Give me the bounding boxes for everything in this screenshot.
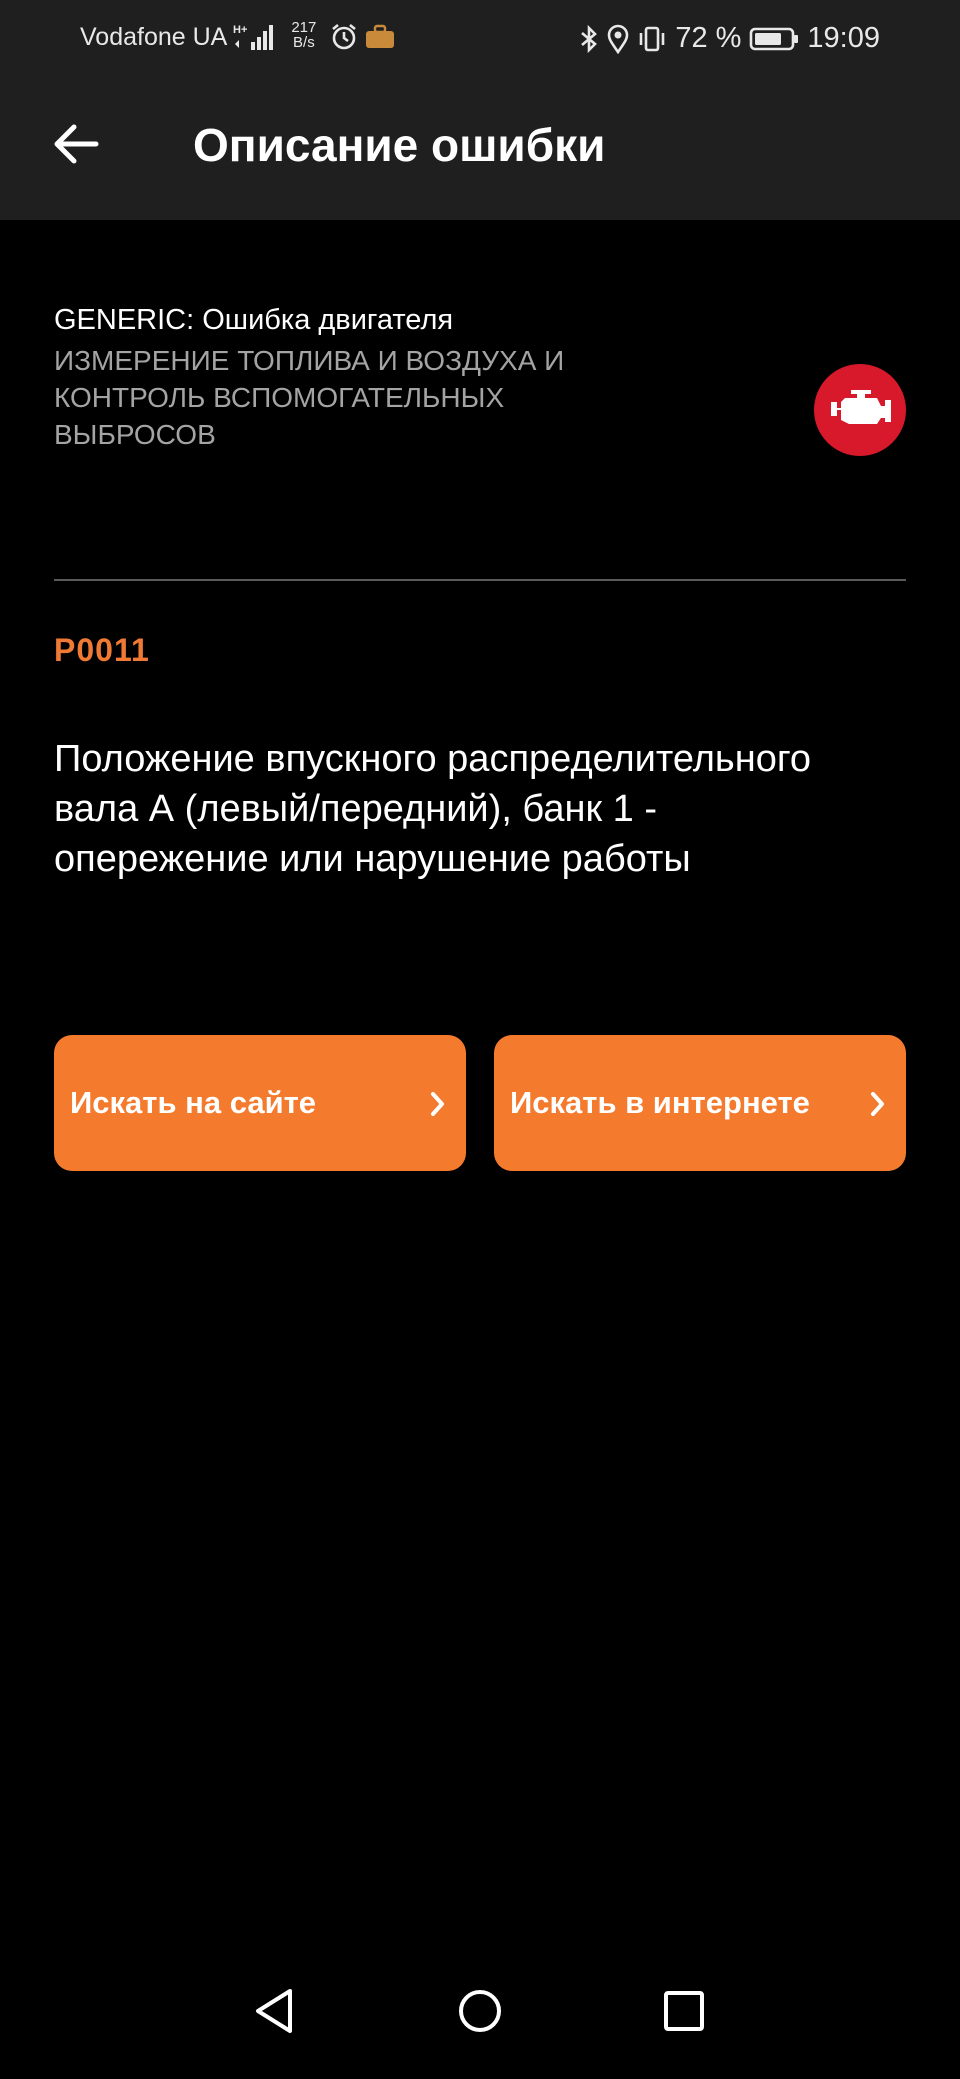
nav-home-button[interactable] (448, 1981, 512, 2045)
error-code: P0011 (54, 632, 150, 668)
triangle-back-icon (252, 1987, 296, 2040)
error-category-title: GENERIC: Ошибка двигателя (54, 304, 454, 336)
alarm-clock-icon (330, 23, 358, 51)
battery-icon (749, 26, 799, 52)
status-bar-right: 72 % 19:09 (579, 22, 880, 55)
nav-back-button[interactable] (242, 1981, 306, 2045)
battery-percent: 72 % (675, 22, 742, 54)
engine-badge (814, 364, 906, 456)
signal-strength-icon: H+ (233, 22, 274, 52)
page-title: Описание ошибки (193, 119, 606, 171)
location-pin-icon (607, 24, 629, 54)
system-nav-bar (0, 1955, 960, 2079)
clock-time: 19:09 (807, 22, 880, 54)
search-on-site-button[interactable]: Искать на сайте (54, 1035, 466, 1171)
chevron-right-icon (870, 1089, 886, 1125)
network-speed: 217 B/s (291, 20, 316, 50)
section-divider (54, 579, 906, 581)
square-recents-icon (662, 1989, 706, 2038)
app-bar: Описание ошибки (0, 72, 960, 220)
bluetooth-icon (579, 24, 599, 54)
back-button[interactable] (40, 110, 112, 182)
arrow-left-icon (52, 122, 100, 171)
search-internet-label: Искать в интернете (510, 1085, 810, 1120)
error-category: GENERIC: Ошибка двигателя ИЗМЕРЕНИЕ ТОПЛ… (54, 300, 814, 453)
briefcase-icon (364, 24, 396, 50)
nav-recent-apps-button[interactable] (652, 1981, 716, 2045)
search-internet-button[interactable]: Искать в интернете (494, 1035, 906, 1171)
network-speed-value: 217 (291, 19, 317, 36)
search-on-site-label: Искать на сайте (70, 1085, 317, 1120)
vibrate-icon (637, 24, 667, 54)
svg-text:H+: H+ (233, 24, 247, 36)
check-engine-icon (827, 388, 893, 433)
network-speed-unit: B/s (293, 34, 315, 51)
chevron-right-icon (430, 1089, 446, 1125)
error-description: Положение впускного распределительного в… (54, 738, 811, 880)
status-bar-left: Vodafone UA H+ 217 B/s (80, 20, 396, 52)
status-bar: Vodafone UA H+ 217 B/s 72 % 19:09 (0, 0, 960, 72)
circle-home-icon (456, 1987, 504, 2040)
error-category-subtitle: ИЗМЕРЕНИЕ ТОПЛИВА И ВОЗДУХА И КОНТРОЛЬ В… (54, 345, 565, 450)
carrier-name: Vodafone UA (80, 22, 228, 51)
